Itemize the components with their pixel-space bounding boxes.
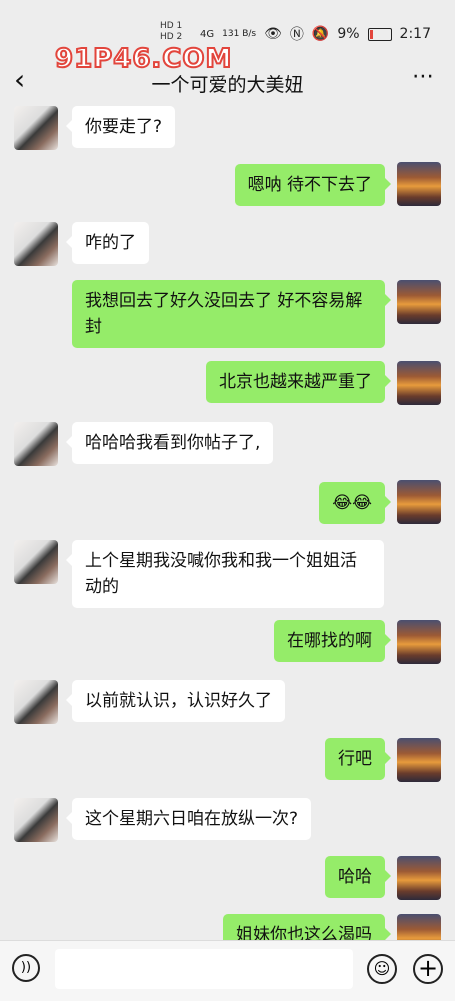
message-bubble[interactable]: 我想回去了好久没回去了 好不容易解封: [72, 280, 391, 348]
my-avatar[interactable]: [397, 620, 441, 664]
message-bubble[interactable]: 嗯呐 待不下去了: [234, 164, 392, 206]
mute-icon: 🔕: [311, 26, 330, 42]
emoji-icon[interactable]: ☺: [367, 954, 397, 984]
message-bubble[interactable]: 咋的了: [66, 222, 149, 264]
contact-avatar[interactable]: [14, 540, 58, 584]
message-bubble[interactable]: 在哪找的啊: [274, 620, 391, 662]
hd1-badge: HD 1: [160, 21, 183, 31]
my-avatar[interactable]: [397, 856, 441, 900]
message-bubble[interactable]: 哈哈哈我看到你帖子了,: [65, 422, 274, 464]
speed-label: 131 B/s: [222, 29, 257, 39]
message-input[interactable]: [55, 949, 353, 989]
hd2-badge: HD 2: [160, 32, 183, 42]
contact-avatar[interactable]: [14, 222, 58, 266]
voice-icon[interactable]: )): [12, 954, 40, 982]
message-bubble[interactable]: 这个星期六日咱在放纵一次?: [65, 798, 312, 840]
plus-icon[interactable]: +: [413, 954, 443, 984]
signal-label: 4G: [200, 28, 215, 40]
chat-area[interactable]: 你要走了? 嗯呐 待不下去了 咋的了 我想回去了好久没回去了 好不容易解封 北京…: [0, 104, 455, 940]
clock: 2:17: [399, 26, 431, 42]
message-bubble[interactable]: 哈哈: [325, 856, 391, 898]
nav-bar: ‹ 一个可爱的大美妞 ⋯: [0, 60, 455, 104]
eye-icon: 👁: [264, 26, 282, 42]
message-bubble[interactable]: 上个星期我没喊你我和我一个姐姐活动的: [66, 540, 384, 608]
battery-percent: 9%: [337, 26, 360, 42]
contact-avatar[interactable]: [14, 106, 58, 150]
my-avatar[interactable]: [397, 480, 441, 524]
battery-icon: [367, 27, 392, 41]
my-avatar[interactable]: [397, 914, 441, 940]
status-right: 4G 131 B/s 👁 Ⓝ 🔕 9% 2:17: [200, 24, 431, 44]
my-avatar[interactable]: [397, 361, 441, 405]
input-bar: )) ☺ +: [0, 940, 455, 1001]
contact-avatar[interactable]: [14, 422, 58, 466]
contact-avatar[interactable]: [14, 798, 58, 842]
message-bubble[interactable]: 你要走了?: [65, 106, 176, 148]
message-bubble[interactable]: 北京也越来越严重了: [206, 361, 391, 403]
my-avatar[interactable]: [397, 280, 441, 324]
message-bubble[interactable]: 姐妹你也这么渴吗: [223, 914, 391, 940]
message-bubble[interactable]: 😂😂: [319, 482, 391, 524]
my-avatar[interactable]: [397, 738, 441, 782]
message-bubble[interactable]: 以前就认识，认识好久了: [66, 680, 285, 722]
chat-title: 一个可爱的大美妞: [151, 74, 304, 96]
nfc-icon: Ⓝ: [289, 27, 304, 43]
more-button[interactable]: ⋯: [412, 64, 435, 89]
contact-avatar[interactable]: [14, 680, 58, 724]
status-left: HD 1 HD 2: [160, 22, 182, 42]
message-bubble[interactable]: 行吧: [325, 738, 391, 780]
my-avatar[interactable]: [397, 162, 441, 206]
